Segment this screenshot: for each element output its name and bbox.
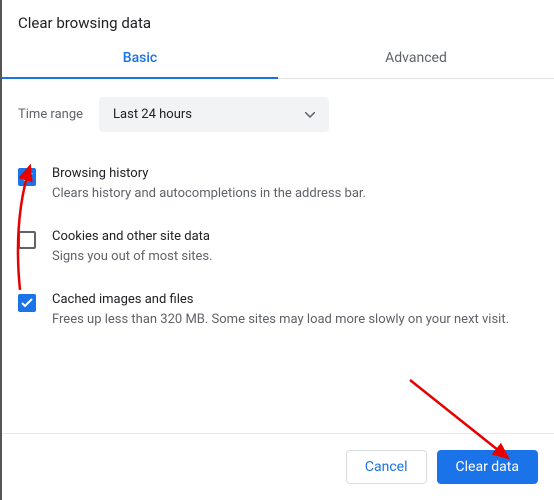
timerange-label: Time range bbox=[18, 107, 83, 122]
chevron-down-icon bbox=[305, 107, 315, 122]
checkbox-browsing-history[interactable] bbox=[18, 168, 36, 186]
option-cache: Cached images and files Frees up less th… bbox=[18, 282, 538, 345]
tab-basic[interactable]: Basic bbox=[2, 38, 278, 78]
option-desc: Signs you out of most sites. bbox=[52, 248, 538, 266]
clear-data-button[interactable]: Clear data bbox=[437, 450, 538, 484]
option-title: Browsing history bbox=[52, 166, 538, 181]
checkbox-cookies[interactable] bbox=[18, 231, 36, 249]
option-browsing-history: Browsing history Clears history and auto… bbox=[18, 156, 538, 219]
option-title: Cookies and other site data bbox=[52, 229, 538, 244]
options-list: Browsing history Clears history and auto… bbox=[2, 150, 554, 346]
tab-advanced[interactable]: Advanced bbox=[278, 38, 554, 78]
dialog-title: Clear browsing data bbox=[2, 0, 554, 38]
tabs: Basic Advanced bbox=[2, 38, 554, 79]
timerange-value: Last 24 hours bbox=[113, 107, 192, 122]
option-desc: Clears history and autocompletions in th… bbox=[52, 185, 538, 203]
dialog-footer: Cancel Clear data bbox=[2, 433, 554, 500]
checkbox-cache[interactable] bbox=[18, 294, 36, 312]
cancel-button[interactable]: Cancel bbox=[346, 450, 427, 484]
option-title: Cached images and files bbox=[52, 292, 538, 307]
timerange-row: Time range Last 24 hours bbox=[2, 79, 554, 150]
option-desc: Frees up less than 320 MB. Some sites ma… bbox=[52, 311, 538, 329]
option-cookies: Cookies and other site data Signs you ou… bbox=[18, 219, 538, 282]
timerange-select[interactable]: Last 24 hours bbox=[99, 97, 329, 132]
